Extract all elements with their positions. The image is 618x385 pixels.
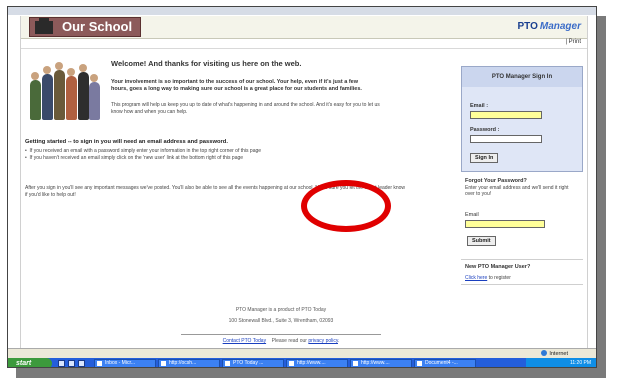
print-bar: | Print xyxy=(21,39,587,49)
taskbar-task[interactable]: PTO Today ... xyxy=(222,359,284,367)
intro-text: This program will help us keep you up to… xyxy=(111,102,380,115)
person-head xyxy=(67,68,75,76)
contact-link[interactable]: Contact PTO Today xyxy=(223,338,266,344)
register-suffix: to register xyxy=(487,275,511,281)
person-head xyxy=(79,64,87,72)
new-user-title: New PTO Manager User? xyxy=(465,264,531,270)
person-head xyxy=(43,66,51,74)
bullet-text: If you received an email with a password… xyxy=(29,148,262,154)
footer-line-2: 100 Stonewall Blvd., Suite 3, Wrentham, … xyxy=(228,318,334,324)
privacy-link[interactable]: privacy policy xyxy=(308,338,338,344)
window-icon xyxy=(353,361,358,366)
site-header: Our School PTO Manager xyxy=(21,16,587,39)
person-figure xyxy=(30,80,41,120)
divider xyxy=(461,259,583,260)
submit-button[interactable]: Submit xyxy=(467,236,496,246)
taskbar-task[interactable]: http://www.... xyxy=(286,359,348,367)
person-figure xyxy=(89,82,100,120)
password-input[interactable] xyxy=(470,135,542,143)
welcome-heading: Welcome! And thanks for visiting us here… xyxy=(111,59,302,68)
logo-sub: Manager xyxy=(539,21,581,32)
pto-manager-logo: PTO Manager xyxy=(517,21,581,32)
footer-divider xyxy=(181,334,381,335)
signin-panel: PTO Manager Sign In Email : Password : S… xyxy=(461,66,583,172)
task-label: http://www.... xyxy=(361,360,390,366)
logo-main: PTO xyxy=(517,21,538,32)
window-icon xyxy=(417,361,422,366)
highlight-circle xyxy=(301,180,391,232)
taskbar-task[interactable]: http://www.... xyxy=(350,359,412,367)
quicklaunch-icon[interactable] xyxy=(68,360,75,367)
email-label: Email : xyxy=(470,103,489,109)
register-line: Click here to register xyxy=(465,275,511,281)
task-label: Inbox - Micr... xyxy=(105,360,136,366)
window-icon xyxy=(225,361,230,366)
start-button[interactable]: start xyxy=(8,358,52,367)
taskbar-task[interactable]: Inbox - Micr... xyxy=(94,359,156,367)
signin-title: PTO Manager Sign In xyxy=(462,67,582,87)
browser-window: Our School PTO Manager | Print Welcome! A… xyxy=(7,6,597,368)
clock: 11:20 PM xyxy=(569,360,591,366)
forgot-email-input[interactable] xyxy=(465,220,545,228)
web-page: Our School PTO Manager | Print Welcome! A… xyxy=(20,16,588,348)
quicklaunch-icon[interactable] xyxy=(58,360,65,367)
task-label: PTO Today ... xyxy=(233,360,264,366)
person-head xyxy=(90,74,98,82)
task-label: Document4 -... xyxy=(425,360,458,366)
task-label: http://ocsh... xyxy=(169,360,197,366)
quicklaunch-icon[interactable] xyxy=(78,360,85,367)
register-link[interactable]: Click here xyxy=(465,275,487,281)
forgot-email-label: Email xyxy=(465,212,479,218)
window-icon xyxy=(161,361,166,366)
person-figure xyxy=(54,70,65,120)
getting-started-heading: Getting started -- to sign in you will n… xyxy=(25,139,228,145)
intro-bold-text: Your involvement is so important to the … xyxy=(111,79,362,92)
task-label: http://www.... xyxy=(297,360,326,366)
browser-toolbar xyxy=(8,7,596,15)
globe-icon xyxy=(541,350,548,356)
footer-line-1: PTO Manager is a product of PTO Today xyxy=(235,307,327,313)
zone-indicator: Internet xyxy=(541,350,568,357)
print-link[interactable]: | Print xyxy=(565,39,581,45)
zone-label: Internet xyxy=(549,351,568,357)
bullet-item: • If you haven't received an email simpl… xyxy=(25,155,244,161)
school-name: Our School xyxy=(62,19,133,34)
group-photo xyxy=(28,58,100,120)
taskbar-task[interactable]: http://ocsh... xyxy=(158,359,220,367)
taskbar-task[interactable]: Document4 -... xyxy=(414,359,476,367)
system-tray: 11:20 PM xyxy=(526,358,596,367)
window-icon xyxy=(289,361,294,366)
school-bus-icon xyxy=(35,18,53,34)
password-label: Password : xyxy=(470,127,500,133)
person-figure xyxy=(66,76,77,120)
person-figure xyxy=(42,74,53,120)
window-icon xyxy=(97,361,102,366)
footer-links: Contact PTO Today Please read our privac… xyxy=(222,338,340,344)
email-input[interactable] xyxy=(470,111,542,119)
bullet-text: If you haven't received an email simply … xyxy=(29,155,244,161)
forgot-title: Forgot Your Password? xyxy=(465,178,527,184)
bullet-item: • If you received an email with a passwo… xyxy=(25,148,262,154)
person-head xyxy=(31,72,39,80)
school-brand[interactable]: Our School xyxy=(29,17,141,37)
taskbar: start Inbox - Micr... http://ocsh... PTO… xyxy=(8,358,596,367)
privacy-prefix: Please read our xyxy=(271,338,307,344)
divider xyxy=(461,284,583,285)
forgot-password-panel: Forgot Your Password? Enter your email a… xyxy=(461,174,583,254)
person-figure xyxy=(78,72,89,120)
person-head xyxy=(55,62,63,70)
forgot-description: Enter your email address and we'll send … xyxy=(465,185,569,197)
sign-in-button[interactable]: Sign In xyxy=(470,153,499,163)
